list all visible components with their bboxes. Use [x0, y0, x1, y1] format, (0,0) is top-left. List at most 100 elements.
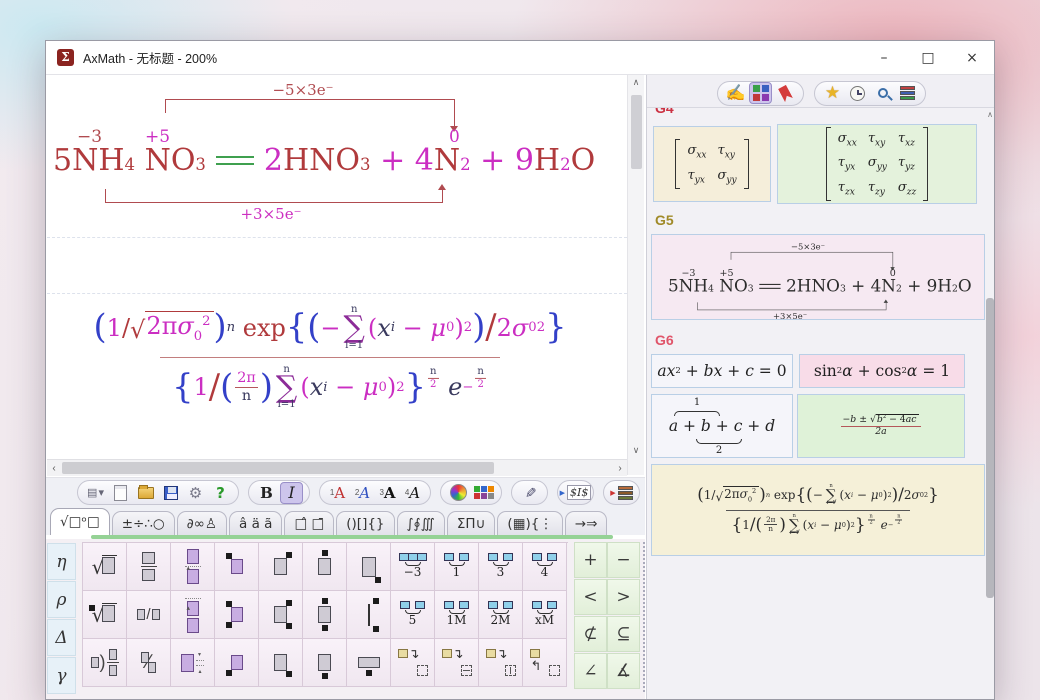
recent-symbol-γ[interactable]: γ: [47, 657, 76, 694]
template-group-2M[interactable]: 2M: [479, 591, 523, 639]
template-sub-sup[interactable]: [259, 591, 303, 639]
template-card-trig-identity[interactable]: sin2α + cos2α = 1: [799, 354, 965, 388]
template-over[interactable]: [303, 543, 347, 591]
help-button[interactable]: ?: [209, 482, 232, 504]
template-eval-sub[interactable]: [347, 543, 391, 591]
template-gallery-button[interactable]: [749, 82, 772, 104]
tab-10[interactable]: →⇒: [565, 511, 608, 535]
recent-button[interactable]: [846, 82, 869, 104]
save-button[interactable]: [159, 482, 182, 504]
menu-button[interactable]: ▤▾: [84, 482, 107, 504]
template-group-5[interactable]: 5: [391, 591, 435, 639]
template-group-3[interactable]: 3: [479, 543, 523, 591]
font-style-3-button[interactable]: 3A: [376, 482, 399, 504]
template-copy-box[interactable]: ↴: [391, 639, 435, 687]
symbol-⊄[interactable]: ⊄: [574, 616, 607, 652]
template-under[interactable]: [303, 639, 347, 687]
new-document-button[interactable]: [109, 482, 132, 504]
tab-5[interactable]: □̂ □̄: [284, 511, 334, 535]
scroll-left-icon[interactable]: ‹: [47, 460, 61, 476]
template-nth-root[interactable]: √: [83, 591, 127, 639]
chemistry-equation[interactable]: −5×3e⁻ −3 +5 0 5NH4 NO32HNO3 + 4N2 + 9H2…: [53, 83, 613, 235]
font-style-2-button[interactable]: 2A: [351, 482, 374, 504]
scroll-up-icon[interactable]: ∧: [628, 77, 644, 88]
template-eval-bar[interactable]: [347, 591, 391, 639]
bookmark-panel-button[interactable]: [774, 82, 797, 104]
statistics-formula[interactable]: (1/√2πσ02)n exp{(−n∑i=1(xi − μ0)2)/2σ02}…: [47, 305, 613, 410]
template-card-braces[interactable]: 1 a + b + c + d 2: [651, 394, 793, 458]
template-card-statistics[interactable]: (1/√2πσ02)n exp{(−n∑i=1(xi − μ0)2)/2σ02}…: [651, 464, 985, 556]
vertical-scroll-thumb[interactable]: [631, 95, 642, 169]
symbol-−[interactable]: −: [607, 542, 640, 578]
horizontal-scroll-thumb[interactable]: [62, 462, 494, 474]
template-group-xM[interactable]: xM: [523, 591, 567, 639]
search-button[interactable]: [871, 82, 894, 104]
template-group-4[interactable]: 4: [523, 543, 567, 591]
template-group-1M[interactable]: 1M: [435, 591, 479, 639]
template-card-matrix3[interactable]: σxxτxyτxzτyxσyyτyzτzxτzyσzz: [777, 124, 977, 204]
template-pre-superscript[interactable]: [215, 543, 259, 591]
settings-button[interactable]: ⚙: [184, 482, 207, 504]
close-button[interactable]: ×: [950, 41, 994, 75]
library-panel-button[interactable]: [896, 82, 919, 104]
symbol-∡[interactable]: ∡: [607, 653, 640, 689]
color-swatches-button[interactable]: [472, 482, 495, 504]
font-style-1-button[interactable]: 1A: [326, 482, 349, 504]
template-copy-vfill[interactable]: ↴: [479, 639, 523, 687]
tab-3[interactable]: ∂∞♙: [177, 511, 227, 535]
template-wide-under[interactable]: [347, 639, 391, 687]
open-button[interactable]: [134, 482, 157, 504]
handwriting-button[interactable]: ✎: [518, 482, 541, 504]
recent-symbol-Δ[interactable]: Δ: [47, 619, 76, 656]
panel-scroll-up-icon[interactable]: ∧: [985, 110, 995, 119]
symbol-∠[interactable]: ∠: [574, 653, 607, 689]
tab-6[interactable]: ()[]{}: [336, 511, 394, 535]
template-copy-hfill[interactable]: ↴: [435, 639, 479, 687]
template-card-quadratic-eq[interactable]: ax2 + bx + c = 0: [651, 354, 793, 388]
tab-1[interactable]: √□ᵒ□: [50, 508, 110, 535]
template-subscript[interactable]: [259, 639, 303, 687]
font-style-4-button[interactable]: 4A: [401, 482, 424, 504]
bold-button[interactable]: B: [255, 482, 278, 504]
template-pre-subscript[interactable]: [215, 639, 259, 687]
symbol-+[interactable]: +: [574, 542, 607, 578]
template-inline-fraction[interactable]: /: [127, 591, 171, 639]
formula-editor-canvas[interactable]: −5×3e⁻ −3 +5 0 5NH4 NO32HNO3 + 4N2 + 9H2…: [47, 75, 627, 459]
tab-2[interactable]: ±÷∴○: [112, 511, 175, 535]
title-bar[interactable]: Σ AxMath - 无标题 - 200% – □ ×: [46, 41, 994, 75]
template-fraction[interactable]: [127, 543, 171, 591]
template-card-chemistry[interactable]: −5×3e⁻ −3 +5 0 5NH4 NO32HNO3 + 4N2 + 9H2…: [651, 234, 985, 320]
symbol->[interactable]: >: [607, 579, 640, 615]
favorites-button[interactable]: ★: [821, 82, 844, 104]
tab-7[interactable]: ∫∮∭: [397, 511, 445, 535]
template-side-limits[interactable]: ▴▴: [171, 639, 215, 687]
scroll-right-icon[interactable]: ›: [613, 460, 627, 476]
template-over-under[interactable]: [303, 591, 347, 639]
template-group-1[interactable]: 1: [435, 543, 479, 591]
library-button[interactable]: ▶: [610, 482, 633, 504]
template-long-division[interactable]: ): [83, 639, 127, 687]
template-card-quadratic-formula[interactable]: −b ± √b2 − 4ac2a: [797, 394, 965, 458]
editor-horizontal-scrollbar[interactable]: ‹ ›: [47, 459, 627, 476]
recent-symbol-η[interactable]: η: [47, 543, 76, 580]
recent-symbol-ρ[interactable]: ρ: [47, 581, 76, 618]
color-wheel-button[interactable]: [447, 482, 470, 504]
tab-4[interactable]: â ä ã: [229, 511, 282, 535]
symbol-<[interactable]: <: [574, 579, 607, 615]
editor-vertical-scrollbar[interactable]: ∧ ∨: [627, 75, 644, 475]
minimize-button[interactable]: –: [862, 41, 906, 75]
template-stack-above[interactable]: ▴: [171, 543, 215, 591]
template-pre-sub-sup[interactable]: [215, 591, 259, 639]
template-group-minus3[interactable]: −3: [391, 543, 435, 591]
tab-9[interactable]: (▦){⋮: [497, 511, 562, 535]
template-card-matrix2[interactable]: σxxτxyτyxσyy: [653, 126, 771, 202]
template-superscript[interactable]: [259, 543, 303, 591]
panel-scrollbar[interactable]: ∧: [985, 108, 995, 700]
handwrite-panel-button[interactable]: ✍: [724, 82, 747, 104]
maximize-button[interactable]: □: [906, 41, 950, 75]
template-move-back[interactable]: ↰: [523, 639, 567, 687]
template-sqrt[interactable]: √: [83, 543, 127, 591]
symbol-⊆[interactable]: ⊆: [607, 616, 640, 652]
template-skewed-fraction[interactable]: ∕: [127, 639, 171, 687]
scroll-down-icon[interactable]: ∨: [628, 445, 644, 456]
